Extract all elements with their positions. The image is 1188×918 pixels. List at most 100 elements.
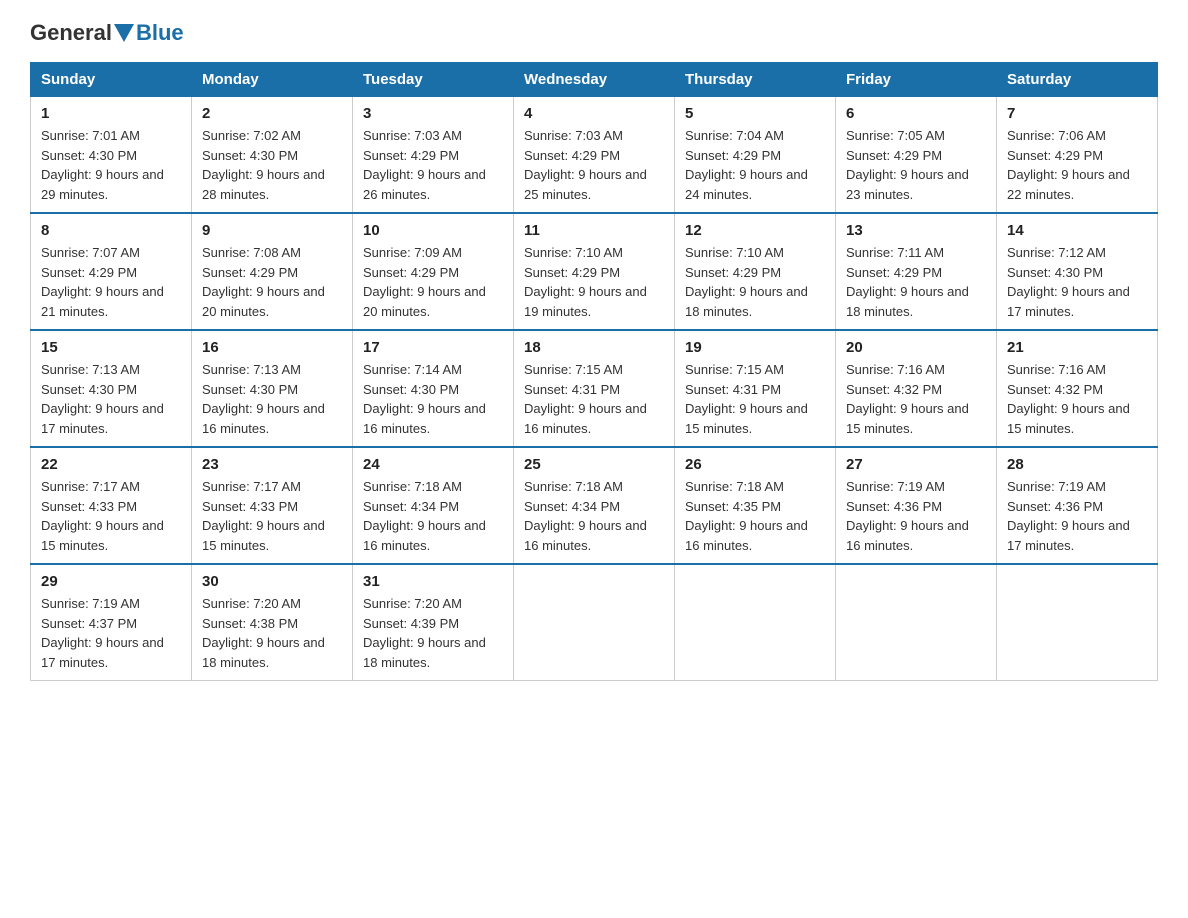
day-info: Sunrise: 7:13 AM Sunset: 4:30 PM Dayligh… (202, 360, 342, 438)
day-info: Sunrise: 7:06 AM Sunset: 4:29 PM Dayligh… (1007, 126, 1147, 204)
calendar-cell: 2 Sunrise: 7:02 AM Sunset: 4:30 PM Dayli… (192, 97, 353, 214)
day-info: Sunrise: 7:18 AM Sunset: 4:34 PM Dayligh… (524, 477, 664, 555)
calendar-cell: 31 Sunrise: 7:20 AM Sunset: 4:39 PM Dayl… (353, 564, 514, 681)
calendar-cell: 4 Sunrise: 7:03 AM Sunset: 4:29 PM Dayli… (514, 97, 675, 214)
day-info: Sunrise: 7:19 AM Sunset: 4:36 PM Dayligh… (1007, 477, 1147, 555)
calendar-cell (997, 564, 1158, 681)
day-info: Sunrise: 7:10 AM Sunset: 4:29 PM Dayligh… (685, 243, 825, 321)
calendar-cell: 12 Sunrise: 7:10 AM Sunset: 4:29 PM Dayl… (675, 213, 836, 330)
day-number: 13 (846, 222, 986, 239)
calendar-cell: 27 Sunrise: 7:19 AM Sunset: 4:36 PM Dayl… (836, 447, 997, 564)
day-info: Sunrise: 7:17 AM Sunset: 4:33 PM Dayligh… (41, 477, 181, 555)
day-number: 6 (846, 105, 986, 122)
calendar-cell (514, 564, 675, 681)
calendar-cell: 11 Sunrise: 7:10 AM Sunset: 4:29 PM Dayl… (514, 213, 675, 330)
day-info: Sunrise: 7:18 AM Sunset: 4:35 PM Dayligh… (685, 477, 825, 555)
day-info: Sunrise: 7:19 AM Sunset: 4:37 PM Dayligh… (41, 594, 181, 672)
weekday-header-tuesday: Tuesday (353, 63, 514, 97)
day-number: 21 (1007, 339, 1147, 356)
day-number: 5 (685, 105, 825, 122)
logo: General Blue (30, 20, 184, 46)
weekday-row: SundayMondayTuesdayWednesdayThursdayFrid… (31, 63, 1158, 97)
day-number: 11 (524, 222, 664, 239)
calendar-header: SundayMondayTuesdayWednesdayThursdayFrid… (31, 63, 1158, 97)
calendar-cell: 14 Sunrise: 7:12 AM Sunset: 4:30 PM Dayl… (997, 213, 1158, 330)
day-number: 10 (363, 222, 503, 239)
day-number: 26 (685, 456, 825, 473)
day-number: 1 (41, 105, 181, 122)
logo-blue-text: Blue (136, 20, 184, 46)
day-number: 16 (202, 339, 342, 356)
calendar-cell: 7 Sunrise: 7:06 AM Sunset: 4:29 PM Dayli… (997, 97, 1158, 214)
calendar-body: 1 Sunrise: 7:01 AM Sunset: 4:30 PM Dayli… (31, 97, 1158, 681)
day-info: Sunrise: 7:11 AM Sunset: 4:29 PM Dayligh… (846, 243, 986, 321)
calendar-cell: 25 Sunrise: 7:18 AM Sunset: 4:34 PM Dayl… (514, 447, 675, 564)
calendar-cell: 3 Sunrise: 7:03 AM Sunset: 4:29 PM Dayli… (353, 97, 514, 214)
day-info: Sunrise: 7:12 AM Sunset: 4:30 PM Dayligh… (1007, 243, 1147, 321)
day-number: 18 (524, 339, 664, 356)
day-info: Sunrise: 7:13 AM Sunset: 4:30 PM Dayligh… (41, 360, 181, 438)
calendar-cell: 18 Sunrise: 7:15 AM Sunset: 4:31 PM Dayl… (514, 330, 675, 447)
calendar-cell: 5 Sunrise: 7:04 AM Sunset: 4:29 PM Dayli… (675, 97, 836, 214)
day-number: 15 (41, 339, 181, 356)
day-info: Sunrise: 7:03 AM Sunset: 4:29 PM Dayligh… (524, 126, 664, 204)
calendar-cell: 8 Sunrise: 7:07 AM Sunset: 4:29 PM Dayli… (31, 213, 192, 330)
day-info: Sunrise: 7:16 AM Sunset: 4:32 PM Dayligh… (846, 360, 986, 438)
calendar-cell: 26 Sunrise: 7:18 AM Sunset: 4:35 PM Dayl… (675, 447, 836, 564)
calendar-cell: 29 Sunrise: 7:19 AM Sunset: 4:37 PM Dayl… (31, 564, 192, 681)
calendar-cell: 16 Sunrise: 7:13 AM Sunset: 4:30 PM Dayl… (192, 330, 353, 447)
day-number: 28 (1007, 456, 1147, 473)
logo-triangle-icon (114, 24, 134, 42)
day-number: 7 (1007, 105, 1147, 122)
day-info: Sunrise: 7:10 AM Sunset: 4:29 PM Dayligh… (524, 243, 664, 321)
weekday-header-thursday: Thursday (675, 63, 836, 97)
week-row: 1 Sunrise: 7:01 AM Sunset: 4:30 PM Dayli… (31, 97, 1158, 214)
calendar-cell: 21 Sunrise: 7:16 AM Sunset: 4:32 PM Dayl… (997, 330, 1158, 447)
calendar-cell: 9 Sunrise: 7:08 AM Sunset: 4:29 PM Dayli… (192, 213, 353, 330)
day-number: 22 (41, 456, 181, 473)
weekday-header-saturday: Saturday (997, 63, 1158, 97)
day-info: Sunrise: 7:20 AM Sunset: 4:38 PM Dayligh… (202, 594, 342, 672)
calendar-cell: 17 Sunrise: 7:14 AM Sunset: 4:30 PM Dayl… (353, 330, 514, 447)
weekday-header-monday: Monday (192, 63, 353, 97)
day-info: Sunrise: 7:15 AM Sunset: 4:31 PM Dayligh… (524, 360, 664, 438)
calendar-cell: 24 Sunrise: 7:18 AM Sunset: 4:34 PM Dayl… (353, 447, 514, 564)
day-info: Sunrise: 7:04 AM Sunset: 4:29 PM Dayligh… (685, 126, 825, 204)
weekday-header-friday: Friday (836, 63, 997, 97)
calendar-cell: 1 Sunrise: 7:01 AM Sunset: 4:30 PM Dayli… (31, 97, 192, 214)
day-number: 25 (524, 456, 664, 473)
logo-general-text: General (30, 20, 112, 46)
week-row: 15 Sunrise: 7:13 AM Sunset: 4:30 PM Dayl… (31, 330, 1158, 447)
day-number: 19 (685, 339, 825, 356)
day-info: Sunrise: 7:16 AM Sunset: 4:32 PM Dayligh… (1007, 360, 1147, 438)
day-info: Sunrise: 7:19 AM Sunset: 4:36 PM Dayligh… (846, 477, 986, 555)
calendar-cell: 30 Sunrise: 7:20 AM Sunset: 4:38 PM Dayl… (192, 564, 353, 681)
calendar-cell: 28 Sunrise: 7:19 AM Sunset: 4:36 PM Dayl… (997, 447, 1158, 564)
calendar-cell (675, 564, 836, 681)
day-info: Sunrise: 7:03 AM Sunset: 4:29 PM Dayligh… (363, 126, 503, 204)
day-number: 30 (202, 573, 342, 590)
day-number: 29 (41, 573, 181, 590)
day-number: 31 (363, 573, 503, 590)
day-info: Sunrise: 7:14 AM Sunset: 4:30 PM Dayligh… (363, 360, 503, 438)
week-row: 22 Sunrise: 7:17 AM Sunset: 4:33 PM Dayl… (31, 447, 1158, 564)
calendar-cell: 6 Sunrise: 7:05 AM Sunset: 4:29 PM Dayli… (836, 97, 997, 214)
day-info: Sunrise: 7:08 AM Sunset: 4:29 PM Dayligh… (202, 243, 342, 321)
day-info: Sunrise: 7:15 AM Sunset: 4:31 PM Dayligh… (685, 360, 825, 438)
calendar-cell: 10 Sunrise: 7:09 AM Sunset: 4:29 PM Dayl… (353, 213, 514, 330)
day-info: Sunrise: 7:20 AM Sunset: 4:39 PM Dayligh… (363, 594, 503, 672)
week-row: 29 Sunrise: 7:19 AM Sunset: 4:37 PM Dayl… (31, 564, 1158, 681)
calendar-cell: 23 Sunrise: 7:17 AM Sunset: 4:33 PM Dayl… (192, 447, 353, 564)
calendar-cell: 20 Sunrise: 7:16 AM Sunset: 4:32 PM Dayl… (836, 330, 997, 447)
calendar-cell: 13 Sunrise: 7:11 AM Sunset: 4:29 PM Dayl… (836, 213, 997, 330)
day-number: 14 (1007, 222, 1147, 239)
day-info: Sunrise: 7:09 AM Sunset: 4:29 PM Dayligh… (363, 243, 503, 321)
day-number: 24 (363, 456, 503, 473)
calendar-cell (836, 564, 997, 681)
day-info: Sunrise: 7:05 AM Sunset: 4:29 PM Dayligh… (846, 126, 986, 204)
week-row: 8 Sunrise: 7:07 AM Sunset: 4:29 PM Dayli… (31, 213, 1158, 330)
calendar-cell: 15 Sunrise: 7:13 AM Sunset: 4:30 PM Dayl… (31, 330, 192, 447)
header: General Blue (30, 20, 1158, 46)
day-number: 27 (846, 456, 986, 473)
day-number: 4 (524, 105, 664, 122)
